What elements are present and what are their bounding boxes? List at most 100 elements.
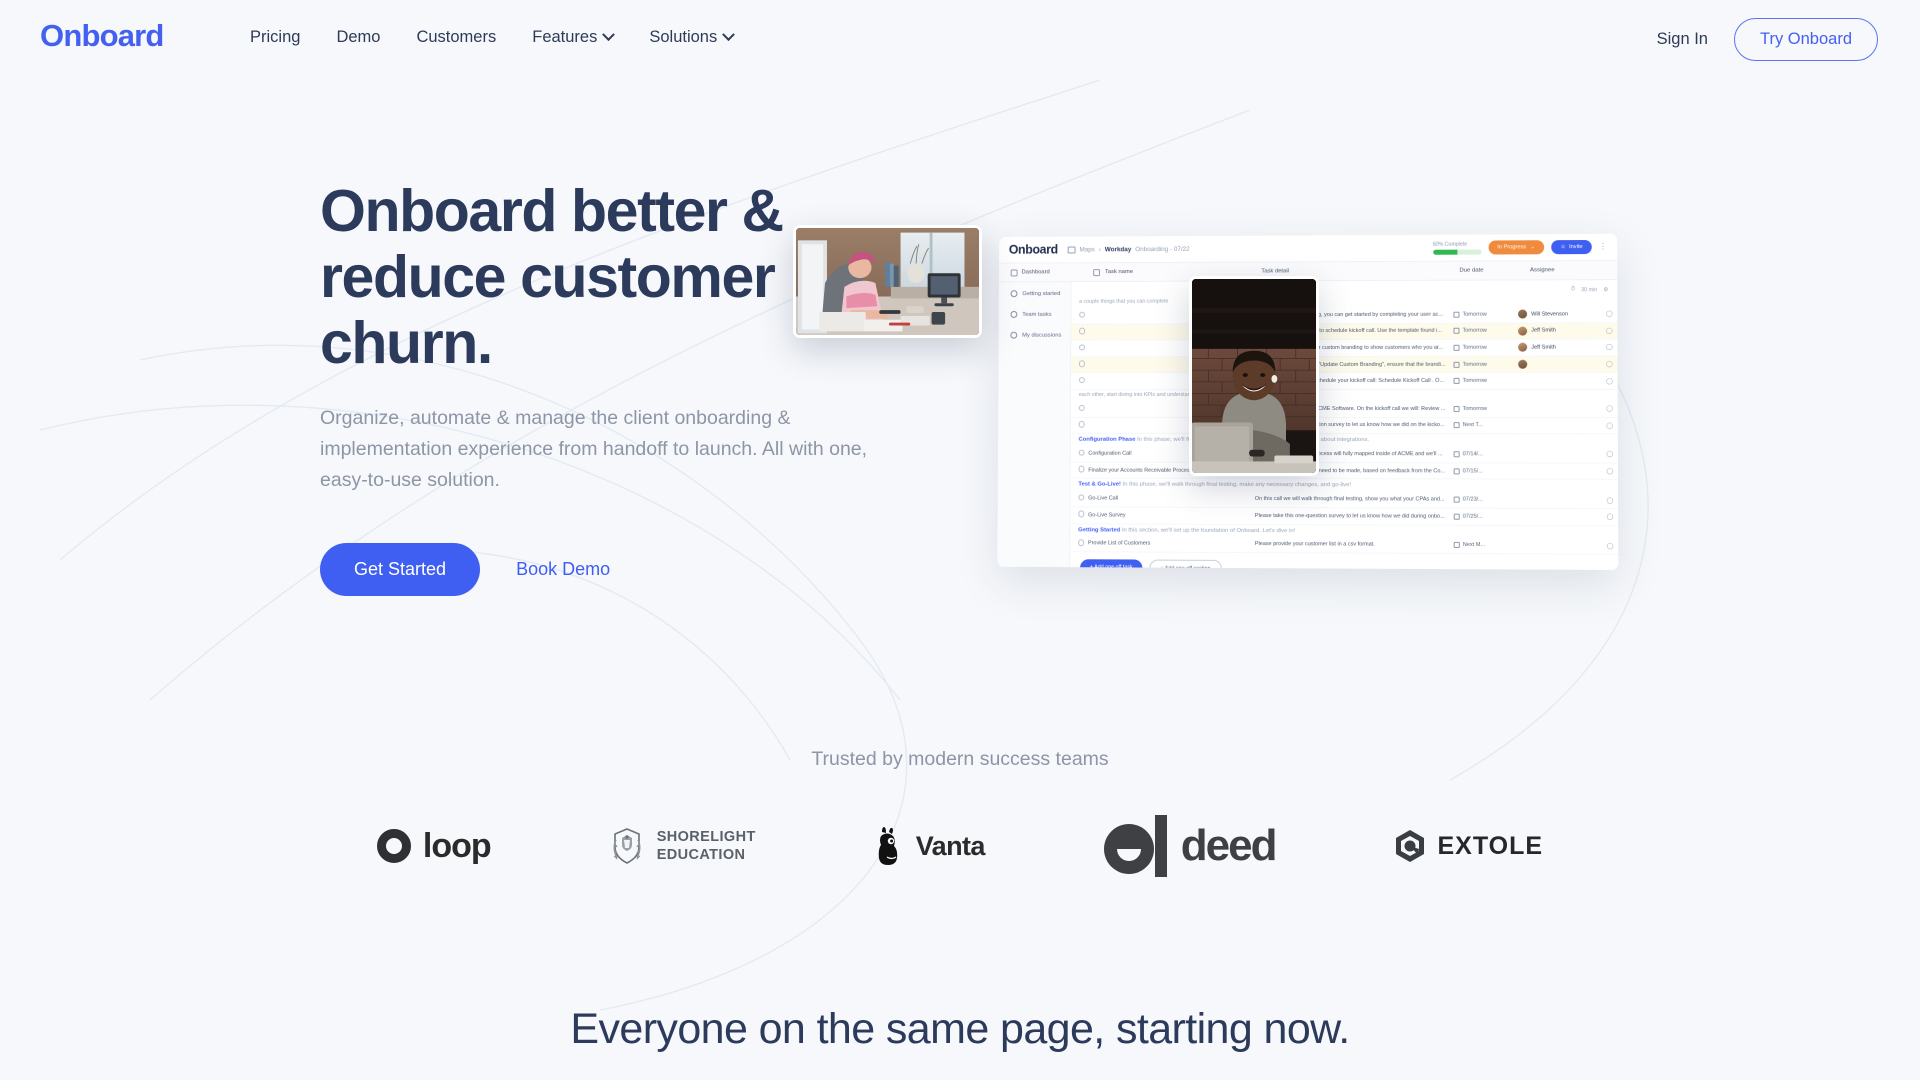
task-checkbox[interactable] — [1070, 494, 1088, 503]
nav-item-demo[interactable]: Demo — [318, 28, 398, 47]
chevron-down-icon — [602, 28, 615, 41]
nav-item-solutions[interactable]: Solutions — [631, 28, 751, 47]
task-assignee[interactable]: Will Stevenson — [1518, 310, 1601, 319]
notification-icon[interactable]: ◯ — [1602, 468, 1618, 475]
table-row[interactable]: Action Send kickoff email, w/ link to sc… — [1071, 323, 1617, 341]
due-label: Next T... — [1463, 422, 1483, 428]
sidebar-item-label: Team tasks — [1022, 311, 1051, 317]
logo-extole: EXTOLE — [1394, 829, 1544, 863]
task-checkbox[interactable] — [1071, 328, 1089, 336]
table-row[interactable]: Thanks again for joining ACME Software. … — [1071, 401, 1618, 418]
logo-vanta: Vanta — [874, 826, 985, 866]
table-row[interactable]: Hey Workday, Update your custom branding… — [1071, 340, 1618, 357]
trusted-logos-row: loop SHORELIGHT EDUCATION Vanta deed EXT… — [0, 815, 1920, 877]
notification-icon[interactable]: ◯ — [1601, 377, 1617, 384]
logo-shorelight-text: SHORELIGHT EDUCATION — [657, 828, 756, 864]
notification-icon[interactable]: ◯ — [1601, 405, 1617, 412]
more-options-icon[interactable]: ⋮ — [1599, 244, 1607, 250]
nav-item-features[interactable]: Features — [514, 28, 631, 47]
check-circle-icon — [1010, 311, 1017, 318]
section-title: Getting Started — [1078, 527, 1120, 533]
table-row[interactable]: Action After the client completes "Updat… — [1071, 356, 1618, 373]
notification-icon[interactable]: ◯ — [1601, 311, 1617, 318]
sidebar-item-team-tasks[interactable]: Team tasks — [1010, 311, 1070, 318]
task-due-date: Tomorrow — [1453, 361, 1518, 367]
settings-icon[interactable]: ⚙ — [1603, 287, 1608, 293]
table-row[interactable]: Go-Live Survey Please take this one-ques… — [1070, 507, 1618, 526]
app-sidebar: Getting started Team tasks My discussion… — [997, 282, 1071, 567]
calendar-icon — [1454, 468, 1460, 474]
task-due-date: Tomorrow — [1453, 311, 1518, 317]
table-row[interactable]: Use the following link to schedule your … — [1071, 373, 1618, 390]
task-checkbox[interactable] — [1071, 377, 1089, 385]
task-checkbox[interactable] — [1071, 404, 1089, 412]
table-row[interactable]: Configuration Call At this point your bi… — [1071, 446, 1618, 464]
breadcrumb-separator: › — [1099, 246, 1101, 253]
table-row[interactable]: Go-Live Call On this call we will walk t… — [1070, 491, 1618, 509]
assignee-name: Jeff Smith — [1531, 328, 1556, 334]
notification-icon[interactable]: ◯ — [1601, 327, 1617, 334]
hero-section: Onboard better & reduce customer churn. … — [320, 178, 920, 596]
sidebar-item-getting-started[interactable]: Getting started — [1011, 290, 1071, 297]
status-badge-label: In Progress — [1497, 244, 1526, 250]
get-started-button[interactable]: Get Started — [320, 543, 480, 596]
task-checkbox[interactable] — [1071, 361, 1089, 369]
due-label: 07/15/... — [1463, 468, 1483, 474]
dashboard-nav-item[interactable]: Dashboard — [999, 269, 1093, 276]
task-checkbox[interactable] — [1071, 466, 1089, 474]
task-checkbox[interactable] — [1071, 449, 1089, 457]
chat-icon — [1010, 332, 1017, 339]
task-due-date: Tomorrow — [1453, 345, 1518, 351]
due-label: Tomorrow — [1463, 406, 1487, 412]
task-due-date: Next M... — [1454, 542, 1519, 548]
loop-ring-icon — [377, 829, 411, 863]
table-row[interactable]: Finalize your Accounts Receivable Proces… — [1071, 462, 1619, 480]
notification-icon[interactable]: ◯ — [1602, 513, 1618, 520]
task-assignee[interactable]: Jeff Smith — [1518, 326, 1601, 335]
notification-icon[interactable]: ◯ — [1602, 422, 1618, 429]
column-due-date: Due date — [1459, 267, 1530, 273]
task-checkbox[interactable] — [1070, 511, 1088, 520]
breadcrumb-root[interactable]: Maps — [1079, 246, 1094, 253]
notification-icon[interactable]: ◯ — [1602, 497, 1618, 504]
section-mid-note: each other, start diving into KPIs and u… — [1071, 390, 1618, 401]
nav-item-pricing[interactable]: Pricing — [232, 28, 318, 47]
book-demo-link[interactable]: Book Demo — [516, 559, 610, 580]
chevron-down-icon — [722, 28, 735, 41]
task-assignee[interactable] — [1518, 360, 1601, 369]
add-one-off-section-button[interactable]: + Add one off section — [1149, 560, 1221, 570]
sidebar-item-my-discussions[interactable]: My discussions — [1010, 332, 1070, 339]
table-row[interactable]: Before we start onboarding, you can get … — [1071, 306, 1617, 324]
nav-label: Customers — [416, 28, 496, 47]
task-checkbox[interactable] — [1071, 421, 1089, 429]
notification-icon[interactable]: ◯ — [1601, 361, 1617, 368]
notification-icon[interactable]: ◯ — [1602, 542, 1618, 549]
notification-icon[interactable]: ◯ — [1602, 451, 1618, 458]
task-checkbox[interactable] — [1071, 311, 1089, 319]
table-row[interactable]: Please take this one question survey to … — [1071, 417, 1618, 434]
calendar-icon — [1454, 497, 1460, 503]
try-onboard-button[interactable]: Try Onboard — [1734, 18, 1878, 61]
trusted-by-title: Trusted by modern success teams — [0, 748, 1920, 771]
header-actions: Sign In Try Onboard — [1657, 18, 1878, 61]
circle-icon — [1079, 344, 1085, 350]
sidebar-item-label: Getting started — [1022, 291, 1060, 297]
chevron-down-icon: ⌄ — [1530, 244, 1535, 250]
task-checkbox[interactable] — [1070, 539, 1088, 548]
sign-in-link[interactable]: Sign In — [1657, 30, 1708, 49]
add-buttons-row: + Add one off task + Add one off section — [1070, 552, 1618, 570]
due-label: Tomorrow — [1463, 345, 1487, 351]
task-assignee[interactable]: Jeff Smith — [1518, 343, 1601, 352]
invite-button[interactable]: ☺ Invite — [1551, 240, 1592, 254]
status-badge[interactable]: In Progress ⌄ — [1488, 240, 1544, 254]
nav-item-customers[interactable]: Customers — [398, 28, 514, 47]
notification-icon[interactable]: ◯ — [1601, 344, 1617, 351]
add-one-off-task-button[interactable]: + Add one off task — [1080, 559, 1143, 570]
brand-logo[interactable]: Onboard — [40, 18, 164, 54]
hero-visual: Onboard Maps › Workday Onboarding - 07/2… — [970, 225, 1630, 605]
invite-button-label: Invite — [1569, 244, 1583, 250]
section-title: Configuration Phase — [1079, 437, 1136, 443]
task-due-date: Tomorrow — [1453, 328, 1518, 334]
logo-shorelight-education: SHORELIGHT EDUCATION — [609, 826, 756, 866]
task-checkbox[interactable] — [1071, 344, 1089, 352]
